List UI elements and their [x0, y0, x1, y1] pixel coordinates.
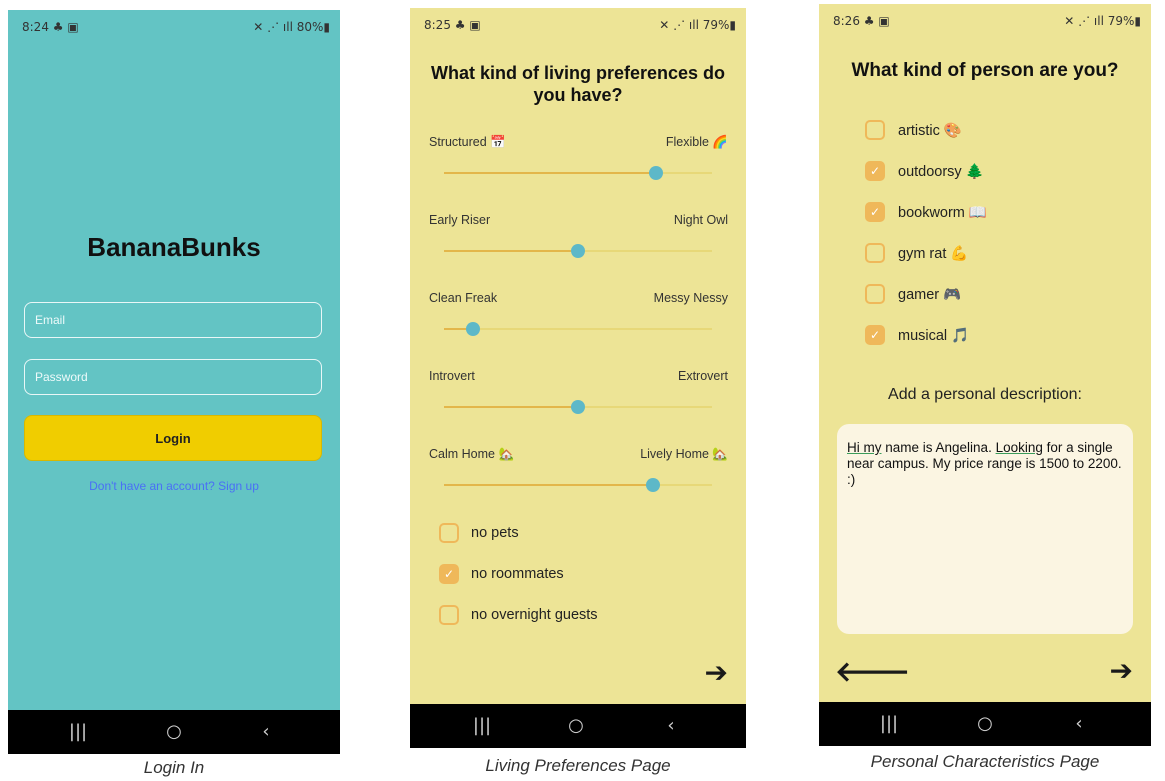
- checkbox-label: no pets: [471, 525, 519, 541]
- recents-icon[interactable]: |||: [462, 704, 502, 748]
- back-icon[interactable]: ‹: [1059, 702, 1099, 746]
- checkbox-label: outdoorsy 🌲: [898, 164, 984, 180]
- slider-left-label: Structured 📅: [429, 135, 506, 149]
- slider-fill: [444, 250, 578, 252]
- introvert-extrovert-slider[interactable]: [444, 400, 712, 414]
- checkbox-musical[interactable]: ✓: [865, 325, 885, 345]
- email-field[interactable]: [24, 302, 322, 338]
- living-preferences-screen: 8:25 ♣ ▣ ✕ ⋰ ıll 79%▮ What kind of livin…: [410, 8, 746, 748]
- caption-personal-characteristics: Personal Characteristics Page: [870, 752, 1100, 771]
- recents-icon[interactable]: |||: [58, 710, 98, 754]
- checkbox-no-roommates[interactable]: ✓: [439, 564, 459, 584]
- home-icon[interactable]: ○: [154, 710, 194, 754]
- personal-characteristics-screen: 8:26 ♣ ▣ ✕ ⋰ ıll 79%▮ What kind of perso…: [819, 4, 1151, 746]
- checkbox-label: gamer 🎮: [898, 287, 962, 303]
- slider-thumb[interactable]: [648, 166, 663, 180]
- status-bar: 8:26 ♣ ▣ ✕ ⋰ ıll 79%▮: [819, 4, 1151, 34]
- checkbox-label: musical 🎵: [898, 328, 970, 344]
- home-icon[interactable]: ○: [965, 702, 1005, 746]
- slider-fill: [444, 406, 578, 408]
- structured-flexible-slider[interactable]: [444, 166, 712, 180]
- next-arrow-icon[interactable]: ➔: [1110, 654, 1133, 687]
- description-text: Hi my: [847, 440, 882, 455]
- password-field[interactable]: [24, 359, 322, 395]
- checkbox-gamer[interactable]: [865, 284, 885, 304]
- next-arrow-icon[interactable]: ➔: [705, 656, 728, 689]
- description-text: Looking: [995, 440, 1043, 455]
- back-icon[interactable]: ‹: [246, 710, 286, 754]
- slider-left-label: Calm Home 🏡: [429, 447, 515, 461]
- slider-thumb[interactable]: [646, 478, 661, 492]
- description-label: Add a personal description:: [888, 386, 1082, 403]
- system-nav-bar: ||| ○ ‹: [819, 702, 1151, 746]
- slider-thumb[interactable]: [466, 322, 481, 336]
- slider-fill: [444, 172, 656, 174]
- early-night-slider[interactable]: [444, 244, 712, 258]
- personal-description-textarea[interactable]: Hi my name is Angelina. Looking for a si…: [837, 424, 1133, 634]
- slider-thumb[interactable]: [571, 244, 585, 258]
- caption-login: Login In: [143, 758, 205, 777]
- status-time: 8:26 ♣ ▣: [833, 14, 890, 28]
- checkbox-gym-rat[interactable]: [865, 243, 885, 263]
- page-title: What kind of living preferences do you h…: [430, 63, 726, 105]
- status-time: 8:24 ♣ ▣: [22, 20, 79, 34]
- checkbox-bookworm[interactable]: ✓: [865, 202, 885, 222]
- checkbox-label: no overnight guests: [471, 607, 598, 623]
- signup-link[interactable]: Don't have an account? Sign up: [8, 479, 340, 493]
- checkbox-artistic[interactable]: [865, 120, 885, 140]
- calm-lively-slider[interactable]: [444, 478, 712, 492]
- checkbox-label: artistic 🎨: [898, 123, 962, 139]
- slider-right-label: Messy Nessy: [653, 291, 728, 305]
- checkbox-no-pets[interactable]: [439, 523, 459, 543]
- status-bar: 8:24 ♣ ▣ ✕ ⋰ ıll 80%▮: [8, 10, 340, 40]
- checkbox-label: bookworm 📖: [898, 205, 987, 221]
- back-arrow-icon[interactable]: 🡐: [835, 654, 910, 688]
- slider-right-label: Extrovert: [677, 369, 728, 383]
- description-text: name is Angelina.: [881, 440, 996, 455]
- slider-right-label: Lively Home 🏡: [640, 447, 728, 461]
- system-nav-bar: ||| ○ ‹: [410, 704, 746, 748]
- slider-left-label: Introvert: [429, 369, 475, 383]
- slider-left-label: Early Riser: [429, 213, 491, 227]
- caption-living-preferences: Living Preferences Page: [485, 756, 671, 775]
- status-icons: ✕ ⋰ ıll 80%▮: [253, 20, 330, 34]
- status-icons: ✕ ⋰ ıll 79%▮: [659, 18, 736, 32]
- home-icon[interactable]: ○: [556, 704, 596, 748]
- status-bar: 8:25 ♣ ▣ ✕ ⋰ ıll 79%▮: [410, 8, 746, 38]
- login-button[interactable]: Login: [24, 415, 322, 461]
- back-icon[interactable]: ‹: [651, 704, 691, 748]
- app-title: BananaBunks: [87, 232, 261, 262]
- checkbox-outdoorsy[interactable]: ✓: [865, 161, 885, 181]
- status-icons: ✕ ⋰ ıll 79%▮: [1064, 14, 1141, 28]
- slider-left-label: Clean Freak: [429, 291, 498, 305]
- recents-icon[interactable]: |||: [869, 702, 909, 746]
- checkbox-label: gym rat 💪: [898, 246, 969, 262]
- checkbox-label: no roommates: [471, 566, 564, 582]
- login-screen: 8:24 ♣ ▣ ✕ ⋰ ıll 80%▮ BananaBunks Login …: [8, 10, 340, 754]
- slider-thumb[interactable]: [571, 400, 585, 414]
- page-title: What kind of person are you?: [851, 60, 1119, 81]
- clean-messy-slider[interactable]: [444, 322, 712, 336]
- status-time: 8:25 ♣ ▣: [424, 18, 481, 32]
- slider-right-label: Night Owl: [673, 213, 728, 227]
- system-nav-bar: ||| ○ ‹: [8, 710, 340, 754]
- checkbox-no-overnight-guests[interactable]: [439, 605, 459, 625]
- slider-right-label: Flexible 🌈: [665, 135, 728, 149]
- slider-fill: [444, 484, 654, 486]
